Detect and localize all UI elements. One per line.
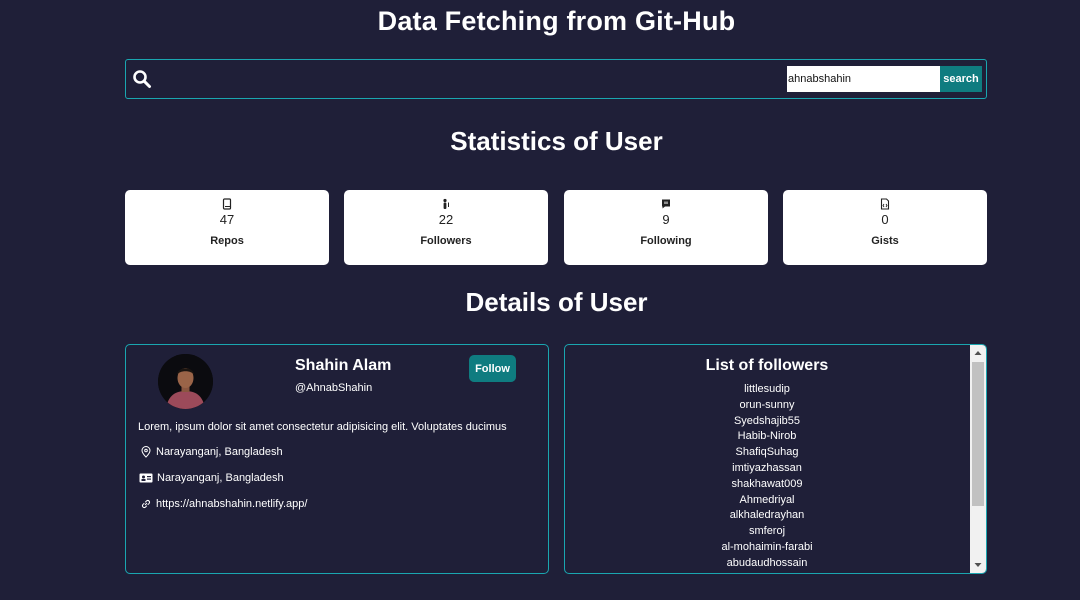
stat-value: 9 — [662, 212, 670, 227]
follower-item: ShafiqSuhag — [735, 446, 799, 459]
followers-card: List of followers littlesudip orun-sunny… — [564, 344, 987, 574]
stat-card-repos: 47 Repos — [125, 190, 329, 265]
book-icon — [222, 198, 232, 210]
follower-item: imtiyazhassan — [732, 461, 802, 474]
avatar-image — [158, 354, 213, 409]
follower-item: al-mohaimin-farabi — [721, 540, 813, 553]
statistics-title: Statistics of User — [450, 126, 663, 156]
company-row: Narayanganj, Bangladesh — [139, 472, 284, 484]
search-button[interactable]: search — [940, 66, 982, 92]
follower-item: Syedshajib55 — [733, 414, 801, 427]
follower-item: Ahmedriyal — [739, 493, 795, 506]
follower-item: smferoj — [748, 525, 786, 538]
stat-label: Followers — [420, 235, 472, 247]
stat-card-following: 9 Following — [564, 190, 768, 265]
scroll-thumb[interactable] — [972, 362, 984, 506]
website-link[interactable]: https://ahnabshahin.netlify.app/ — [156, 498, 307, 510]
stat-label: Gists — [871, 235, 899, 247]
followers-list: littlesudip orun-sunny Syedshajib55 Habi… — [565, 382, 969, 572]
follower-item: abudaudhossain — [726, 556, 808, 569]
id-card-icon — [139, 473, 153, 483]
file-code-icon — [880, 198, 890, 210]
stat-value: 0 — [881, 212, 889, 227]
profile-bio: Lorem, ipsum dolor sit amet consectetur … — [138, 421, 507, 433]
follower-item: orun-sunny — [739, 398, 795, 411]
profile-name: Shahin Alam — [295, 357, 392, 374]
people-icon — [443, 198, 449, 209]
follower-item: alkhaledrayhan — [729, 509, 805, 522]
page-title: Data Fetching from Git-Hub — [377, 6, 736, 36]
followers-scrollbar[interactable] — [970, 345, 986, 573]
follower-item: littlesudip — [744, 383, 790, 395]
link-icon — [142, 500, 150, 508]
followers-title: List of followers — [705, 357, 829, 374]
stat-card-followers: 22 Followers — [344, 190, 548, 265]
location-text: Narayanganj, Bangladesh — [156, 446, 283, 458]
follower-item: Habib-Nirob — [737, 430, 797, 443]
location-pin-icon — [141, 446, 151, 458]
website-row[interactable]: https://ahnabshahin.netlify.app/ — [140, 498, 307, 510]
location-row: Narayanganj, Bangladesh — [140, 446, 283, 458]
follow-button[interactable]: Follow — [469, 355, 516, 382]
stat-card-gists: 0 Gists — [783, 190, 987, 265]
search-input[interactable] — [787, 66, 940, 92]
comment-icon — [662, 199, 670, 209]
stat-label: Following — [640, 235, 692, 247]
scroll-down-icon[interactable] — [970, 557, 986, 573]
stat-value: 22 — [438, 212, 454, 227]
company-text: Narayanganj, Bangladesh — [157, 472, 284, 484]
avatar — [158, 354, 213, 409]
stat-value: 47 — [219, 212, 235, 227]
stat-label: Repos — [210, 235, 244, 247]
details-title: Details of User — [465, 287, 648, 317]
scroll-up-icon[interactable] — [970, 345, 986, 361]
search-bar: search — [125, 59, 987, 99]
follower-item: shakhawat009 — [731, 477, 803, 490]
profile-card: Shahin Alam @AhnabShahin Follow Lorem, i… — [125, 344, 549, 574]
search-icon — [133, 70, 151, 88]
profile-handle: @AhnabShahin — [295, 382, 373, 394]
